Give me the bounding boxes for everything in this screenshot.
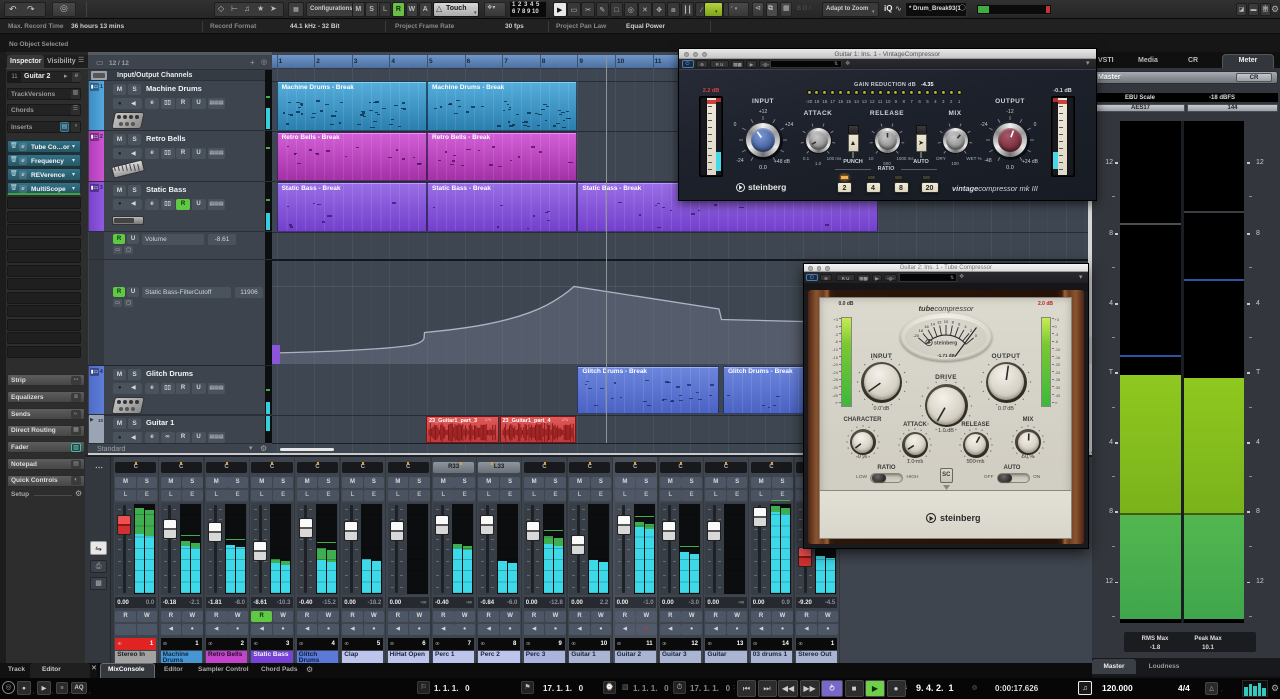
svg-text:16: 16 [924,324,929,329]
svg-text:12: 12 [937,319,942,324]
svg-text:steinberg: steinberg [934,340,957,346]
svg-text:8: 8 [952,319,955,324]
svg-text:14: 14 [930,321,935,326]
svg-text:-20: -20 [913,333,920,338]
svg-text:18: 18 [919,328,924,333]
svg-text:10: 10 [944,319,949,324]
svg-text:6: 6 [958,321,961,326]
svg-text:4: 4 [964,324,967,329]
svg-text:0: 0 [975,333,978,338]
